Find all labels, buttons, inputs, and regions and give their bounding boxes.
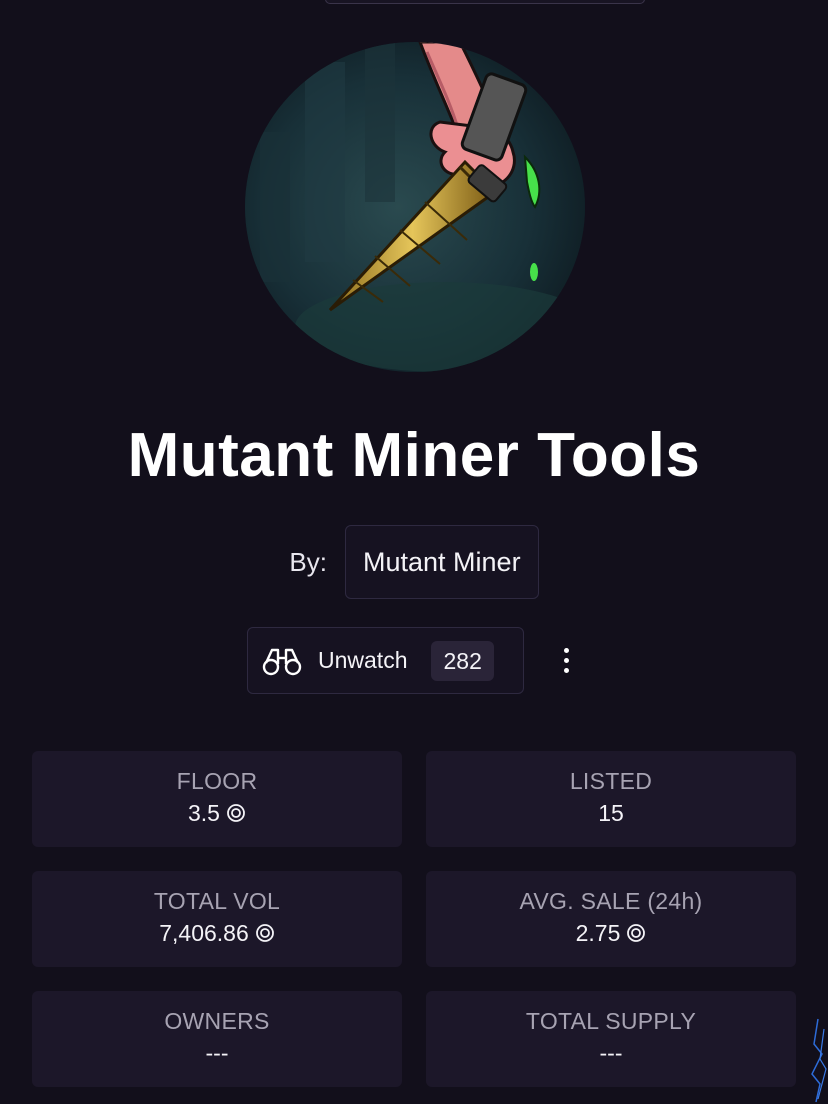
stat-label: FLOOR	[176, 767, 258, 794]
unwatch-button[interactable]: Unwatch 282	[247, 627, 524, 694]
stat-value-text: ---	[599, 1039, 623, 1066]
stat-value: 15	[598, 800, 624, 827]
stat-label: TOTAL VOL	[153, 887, 281, 914]
creator-byline: By: Mutant Miner	[0, 525, 828, 599]
binoculars-icon	[262, 648, 302, 675]
stat-value: 3.5	[188, 800, 246, 827]
stat-value-text: ---	[205, 1039, 229, 1066]
scribble-mark	[811, 1018, 827, 1103]
stat-total-supply: TOTAL SUPPLY ---	[426, 991, 796, 1087]
stat-value: 2.75	[576, 920, 647, 947]
watch-count-badge: 282	[431, 640, 494, 681]
stat-label: AVG. SALE (24h)	[519, 887, 703, 914]
collection-avatar	[245, 42, 585, 372]
more-vertical-icon-dot	[563, 658, 569, 663]
collection-stats: FLOOR 3.5 LISTED 15 TOTAL VOL 7,406.86 A…	[32, 751, 796, 1087]
stat-value: 7,406.86	[159, 920, 275, 947]
stat-value-text: 2.75	[575, 919, 621, 946]
stat-value-text: 3.5	[188, 799, 220, 826]
stat-label: TOTAL SUPPLY	[525, 1007, 697, 1034]
more-vertical-icon-dot	[563, 648, 569, 653]
sol-icon	[227, 804, 245, 822]
stat-value-text: 7,406.86	[159, 919, 249, 946]
stat-value: ---	[206, 1040, 229, 1067]
stat-label: LISTED	[569, 767, 653, 794]
search-bar-edge[interactable]	[325, 0, 645, 4]
mutant-drill-artwork	[245, 42, 585, 372]
by-label: By:	[289, 546, 327, 577]
stat-floor: FLOOR 3.5	[32, 751, 402, 847]
unwatch-label: Unwatch	[318, 647, 408, 673]
more-vertical-icon-dot	[563, 668, 569, 673]
collection-actions: Unwatch 282	[247, 627, 574, 694]
stat-label: OWNERS	[164, 1007, 270, 1034]
stat-avg-sale: AVG. SALE (24h) 2.75	[426, 871, 796, 967]
stat-listed: LISTED 15	[426, 751, 796, 847]
more-options-button[interactable]	[558, 641, 574, 681]
stat-value-text: 15	[598, 799, 624, 826]
sol-icon	[255, 924, 274, 942]
stat-value: ---	[600, 1040, 623, 1067]
sol-icon	[627, 924, 646, 942]
collection-page: Mutant Miner Tools By: Mutant Miner Unwa…	[0, 0, 828, 1104]
stat-owners: OWNERS ---	[32, 991, 402, 1087]
stat-total-volume: TOTAL VOL 7,406.86	[32, 871, 402, 967]
creator-link[interactable]: Mutant Miner	[345, 525, 539, 599]
collection-title: Mutant Miner Tools	[127, 421, 701, 490]
